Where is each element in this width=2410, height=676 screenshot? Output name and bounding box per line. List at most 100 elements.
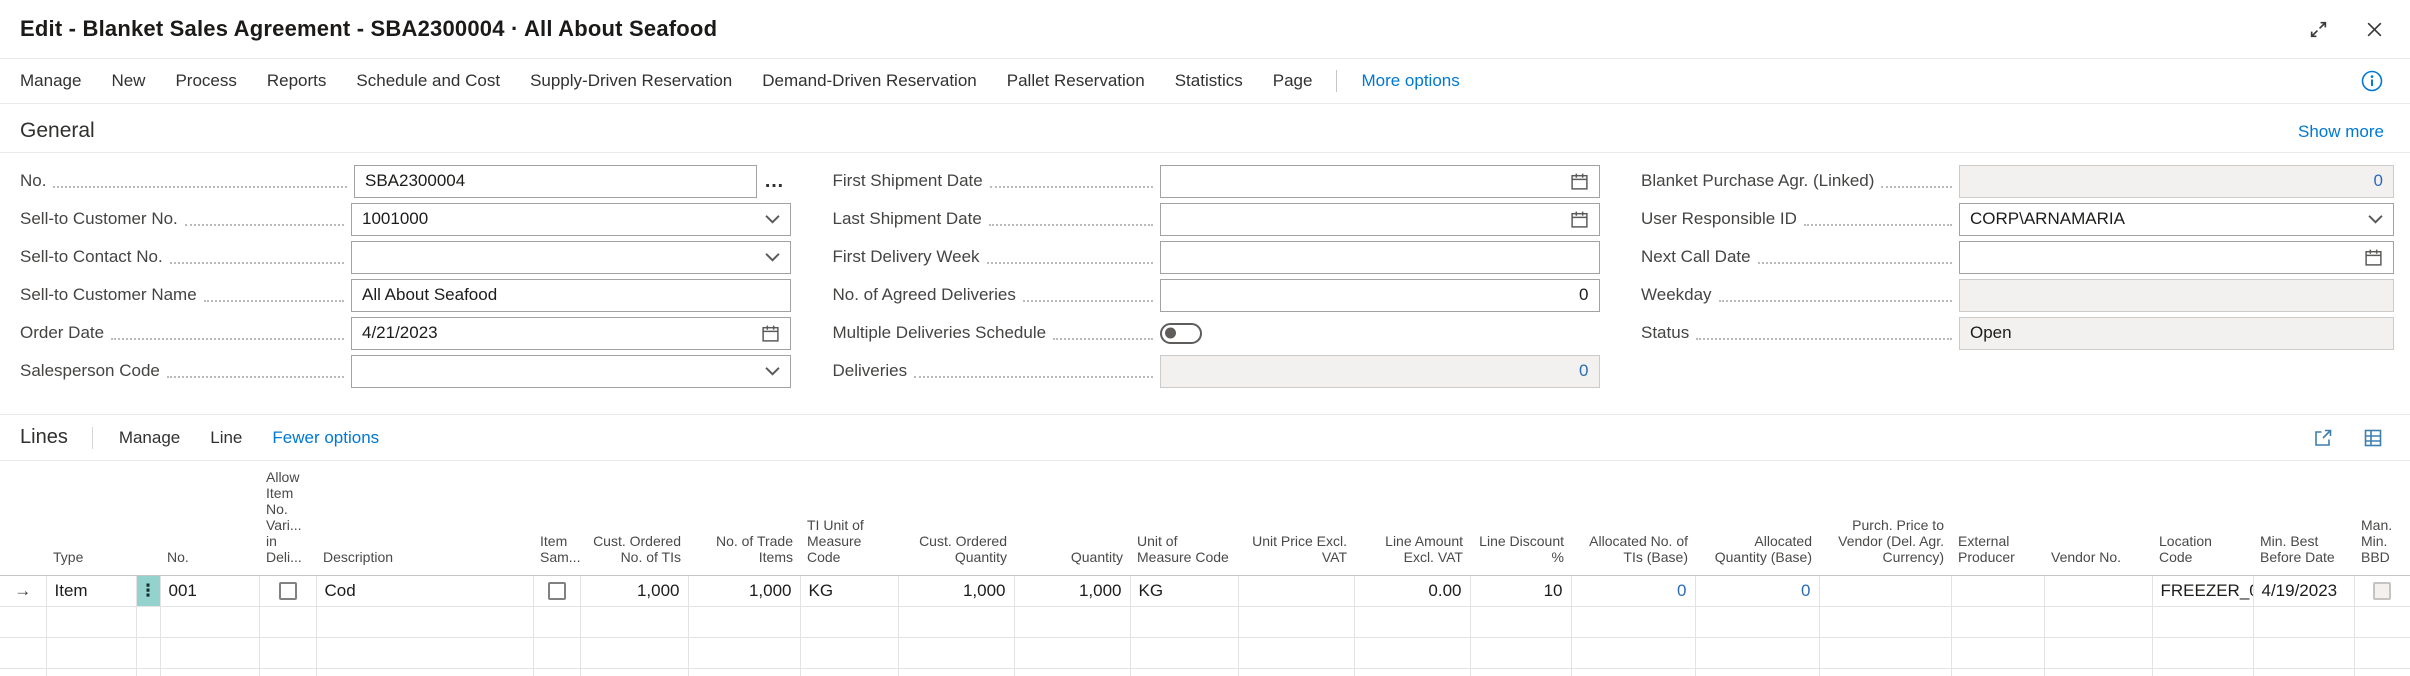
col-header-allocated-no-of-tis-base[interactable]: Allocated No. of TIs (Base) xyxy=(1571,461,1695,575)
calendar-icon[interactable] xyxy=(1570,210,1589,229)
cell-cust-ordered-no-of-tis[interactable]: 1,000 xyxy=(580,575,688,606)
cell-cust-ordered-quantity[interactable] xyxy=(898,606,1014,637)
action-item-statistics[interactable]: Statistics xyxy=(1175,71,1243,91)
cell-no[interactable] xyxy=(160,668,259,676)
col-header-location-code[interactable]: Location Code xyxy=(2152,461,2253,575)
fewer-options-button[interactable]: Fewer options xyxy=(272,428,379,448)
calendar-icon[interactable] xyxy=(761,324,780,343)
sell-to-customer-no-input[interactable]: 1001000 xyxy=(351,203,791,236)
cell-allocated-quantity-base[interactable]: 0 xyxy=(1695,575,1819,606)
cell-allocated-quantity-base[interactable] xyxy=(1695,637,1819,668)
chevron-down-icon[interactable] xyxy=(2368,214,2383,224)
col-header-type[interactable]: Type xyxy=(46,461,136,575)
chevron-down-icon[interactable] xyxy=(765,252,780,262)
sell-to-contact-no-input[interactable] xyxy=(351,241,791,274)
col-header-no[interactable]: No. xyxy=(160,461,259,575)
cell-line-discount-pct[interactable] xyxy=(1470,637,1571,668)
col-header-item-sample[interactable]: Item Sam... xyxy=(533,461,580,575)
cell-ti-unit-of-measure-code[interactable] xyxy=(800,606,898,637)
action-item-manage[interactable]: Manage xyxy=(20,71,81,91)
col-header-cust-ordered-quantity[interactable]: Cust. Ordered Quantity xyxy=(898,461,1014,575)
cell-man-min-bbd[interactable] xyxy=(2354,668,2410,676)
cell-quantity[interactable] xyxy=(1014,606,1130,637)
cell-vendor-no[interactable] xyxy=(2044,637,2152,668)
cell-type[interactable] xyxy=(46,668,136,676)
order-date-input[interactable]: 4/21/2023 xyxy=(351,317,791,350)
col-header-man-min-bbd[interactable]: Man. Min. BBD xyxy=(2354,461,2410,575)
sell-to-customer-name-input[interactable]: All About Seafood xyxy=(351,279,791,312)
assist-edit-button[interactable]: … xyxy=(757,166,791,196)
col-header-description[interactable]: Description xyxy=(316,461,533,575)
more-options-button[interactable]: More options xyxy=(1361,71,1459,91)
col-header-line-amount-excl-vat[interactable]: Line Amount Excl. VAT xyxy=(1354,461,1470,575)
cell-line-amount-excl-vat[interactable] xyxy=(1354,668,1470,676)
cell-min-best-before-date[interactable] xyxy=(2253,606,2354,637)
salesperson-code-input[interactable] xyxy=(351,355,791,388)
cell-purch-price-to-vendor[interactable] xyxy=(1819,668,1951,676)
open-in-excel-icon[interactable] xyxy=(2362,427,2384,449)
last-shipment-date-input[interactable] xyxy=(1160,203,1600,236)
cell-purch-price-to-vendor[interactable] xyxy=(1819,575,1951,606)
lines-action-line[interactable]: Line xyxy=(210,428,242,448)
cell-cust-ordered-no-of-tis[interactable] xyxy=(580,606,688,637)
close-icon[interactable] xyxy=(2365,20,2384,39)
row-menu-cell[interactable] xyxy=(136,668,160,676)
cell-unit-of-measure-code[interactable] xyxy=(1130,637,1238,668)
row-menu-cell[interactable] xyxy=(136,637,160,668)
cell-unit-price-excl-vat[interactable] xyxy=(1238,575,1354,606)
cell-allow-item-no-variance-in-delivery[interactable] xyxy=(259,637,316,668)
action-item-supply-driven-reservation[interactable]: Supply-Driven Reservation xyxy=(530,71,732,91)
cell-man-min-bbd[interactable] xyxy=(2354,606,2410,637)
cell-purch-price-to-vendor[interactable] xyxy=(1819,606,1951,637)
cell-min-best-before-date[interactable] xyxy=(2253,637,2354,668)
col-header-vendor-no[interactable]: Vendor No. xyxy=(2044,461,2152,575)
resize-icon[interactable] xyxy=(2308,19,2329,40)
cell-ti-unit-of-measure-code[interactable]: KG xyxy=(800,575,898,606)
col-header-min-best-before-date[interactable]: Min. Best Before Date xyxy=(2253,461,2354,575)
cell-man-min-bbd[interactable] xyxy=(2354,575,2410,606)
cell-man-min-bbd[interactable] xyxy=(2354,637,2410,668)
cell-no[interactable] xyxy=(160,606,259,637)
cell-allocated-quantity-base[interactable] xyxy=(1695,668,1819,676)
cell-unit-price-excl-vat[interactable] xyxy=(1238,637,1354,668)
cell-line-amount-excl-vat[interactable] xyxy=(1354,637,1470,668)
cell-external-producer[interactable] xyxy=(1951,637,2044,668)
next-call-date-input[interactable] xyxy=(1959,241,2394,274)
cell-external-producer[interactable] xyxy=(1951,606,2044,637)
row-menu-cell[interactable] xyxy=(136,606,160,637)
cell-no-of-trade-items[interactable] xyxy=(688,637,800,668)
first-shipment-date-input[interactable] xyxy=(1160,165,1600,198)
calendar-icon[interactable] xyxy=(1570,172,1589,191)
cell-vendor-no[interactable] xyxy=(2044,606,2152,637)
cell-allow-item-no-variance-in-delivery[interactable] xyxy=(259,575,316,606)
cell-line-discount-pct[interactable] xyxy=(1470,606,1571,637)
cell-description[interactable] xyxy=(316,637,533,668)
show-more-link[interactable]: Show more xyxy=(2298,122,2384,142)
cell-allow-item-no-variance-in-delivery[interactable] xyxy=(259,668,316,676)
item-sample-checkbox[interactable] xyxy=(548,582,566,600)
user-responsible-id-input[interactable]: CORP\ARNAMARIA xyxy=(1959,203,2394,236)
col-header-quantity[interactable]: Quantity xyxy=(1014,461,1130,575)
col-header-unit-of-measure-code[interactable]: Unit of Measure Code xyxy=(1130,461,1238,575)
action-item-demand-driven-reservation[interactable]: Demand-Driven Reservation xyxy=(762,71,976,91)
cell-cust-ordered-no-of-tis[interactable] xyxy=(580,637,688,668)
cell-purch-price-to-vendor[interactable] xyxy=(1819,637,1951,668)
cell-location-code[interactable] xyxy=(2152,668,2253,676)
col-header-allow-item-no-variance-in-delivery[interactable]: Allow Item No. Vari... in Deli... xyxy=(259,461,316,575)
chevron-down-icon[interactable] xyxy=(765,366,780,376)
open-in-new-icon[interactable] xyxy=(2312,427,2334,449)
cell-item-sample[interactable] xyxy=(533,637,580,668)
chevron-down-icon[interactable] xyxy=(765,214,780,224)
cell-no[interactable]: 001 xyxy=(160,575,259,606)
cell-description[interactable] xyxy=(316,606,533,637)
action-item-reports[interactable]: Reports xyxy=(267,71,327,91)
cell-unit-price-excl-vat[interactable] xyxy=(1238,606,1354,637)
cell-unit-of-measure-code[interactable]: KG xyxy=(1130,575,1238,606)
action-item-schedule-and-cost[interactable]: Schedule and Cost xyxy=(356,71,500,91)
col-header-no-of-trade-items[interactable]: No. of Trade Items xyxy=(688,461,800,575)
cell-allocated-no-of-tis-base[interactable] xyxy=(1571,637,1695,668)
cell-location-code[interactable] xyxy=(2152,637,2253,668)
cell-ti-unit-of-measure-code[interactable] xyxy=(800,637,898,668)
col-header-external-producer[interactable]: External Producer xyxy=(1951,461,2044,575)
cell-description[interactable] xyxy=(316,668,533,676)
